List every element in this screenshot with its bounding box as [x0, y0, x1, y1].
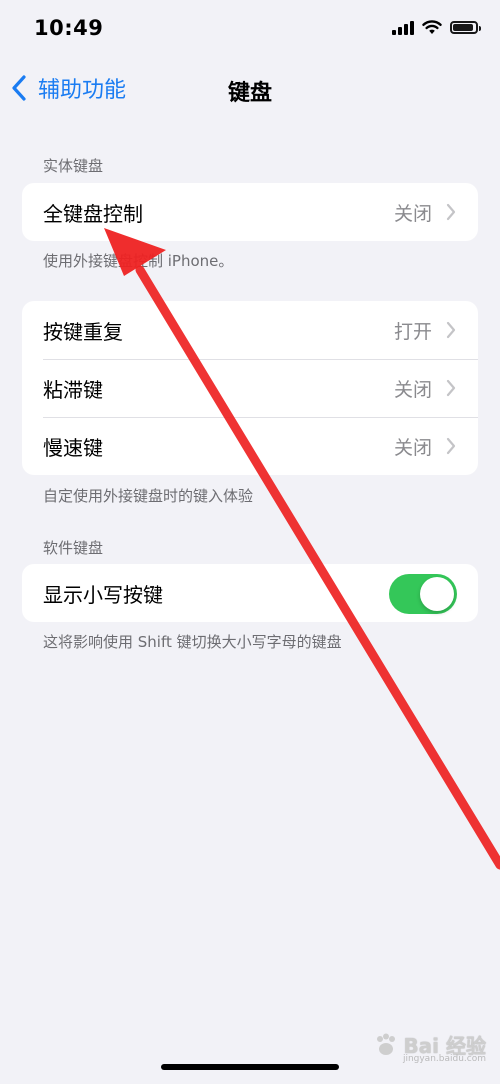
- wifi-icon: [422, 19, 442, 34]
- group-hardware-keyboard: 全键盘控制 关闭: [22, 183, 478, 241]
- cellular-signal-icon: [392, 19, 414, 35]
- back-label: 辅助功能: [38, 78, 127, 103]
- watermark-logo: Bai 经验 jingyan.baidu.com: [373, 1030, 486, 1064]
- navigation-bar: 键盘 辅助功能: [0, 60, 500, 118]
- row-full-keyboard-control[interactable]: 全键盘控制 关闭: [22, 183, 478, 241]
- row-label: 慢速键: [43, 435, 103, 460]
- row-show-lowercase-keys: 显示小写按键: [22, 564, 478, 622]
- toggle-knob: [420, 577, 454, 611]
- chevron-right-icon: [446, 379, 456, 397]
- home-indicator[interactable]: [161, 1064, 339, 1070]
- row-value: 关闭: [393, 378, 432, 401]
- group-key-settings: 按键重复 打开 粘滞键 关闭 慢速键 关闭: [22, 301, 478, 475]
- row-label: 全键盘控制: [43, 201, 143, 226]
- status-icons: [392, 19, 481, 35]
- chevron-left-icon: [12, 75, 26, 101]
- row-value: 关闭: [393, 202, 432, 225]
- status-time: 10:49: [34, 16, 104, 40]
- footer-note-software: 这将影响使用 Shift 键切换大小写字母的键盘: [43, 633, 342, 651]
- chevron-right-icon: [446, 203, 456, 221]
- section-header-hardware: 实体键盘: [43, 157, 104, 175]
- group-software-keyboard: 显示小写按键: [22, 564, 478, 622]
- row-sticky-keys[interactable]: 粘滞键 关闭: [22, 359, 478, 417]
- row-label: 显示小写按键: [43, 582, 163, 607]
- battery-icon: [450, 20, 481, 34]
- row-slow-keys[interactable]: 慢速键 关闭: [22, 417, 478, 475]
- lowercase-keys-toggle[interactable]: [389, 574, 457, 614]
- back-button[interactable]: 辅助功能: [10, 72, 126, 104]
- chevron-right-icon: [446, 321, 456, 339]
- chevron-right-icon: [446, 437, 456, 455]
- status-bar: 10:49: [0, 0, 500, 60]
- paw-icon: [377, 1033, 396, 1055]
- row-value: 关闭: [393, 436, 432, 459]
- section-header-software: 软件键盘: [43, 539, 104, 557]
- row-label: 按键重复: [43, 319, 123, 344]
- row-value: 打开: [393, 320, 432, 343]
- footer-note-keys: 自定使用外接键盘时的键入体验: [43, 487, 254, 505]
- row-key-repeat[interactable]: 按键重复 打开: [22, 301, 478, 359]
- watermark-url: jingyan.baidu.com: [402, 1054, 486, 1064]
- row-label: 粘滞键: [43, 377, 103, 402]
- footer-note-hardware: 使用外接键盘控制 iPhone。: [43, 252, 234, 270]
